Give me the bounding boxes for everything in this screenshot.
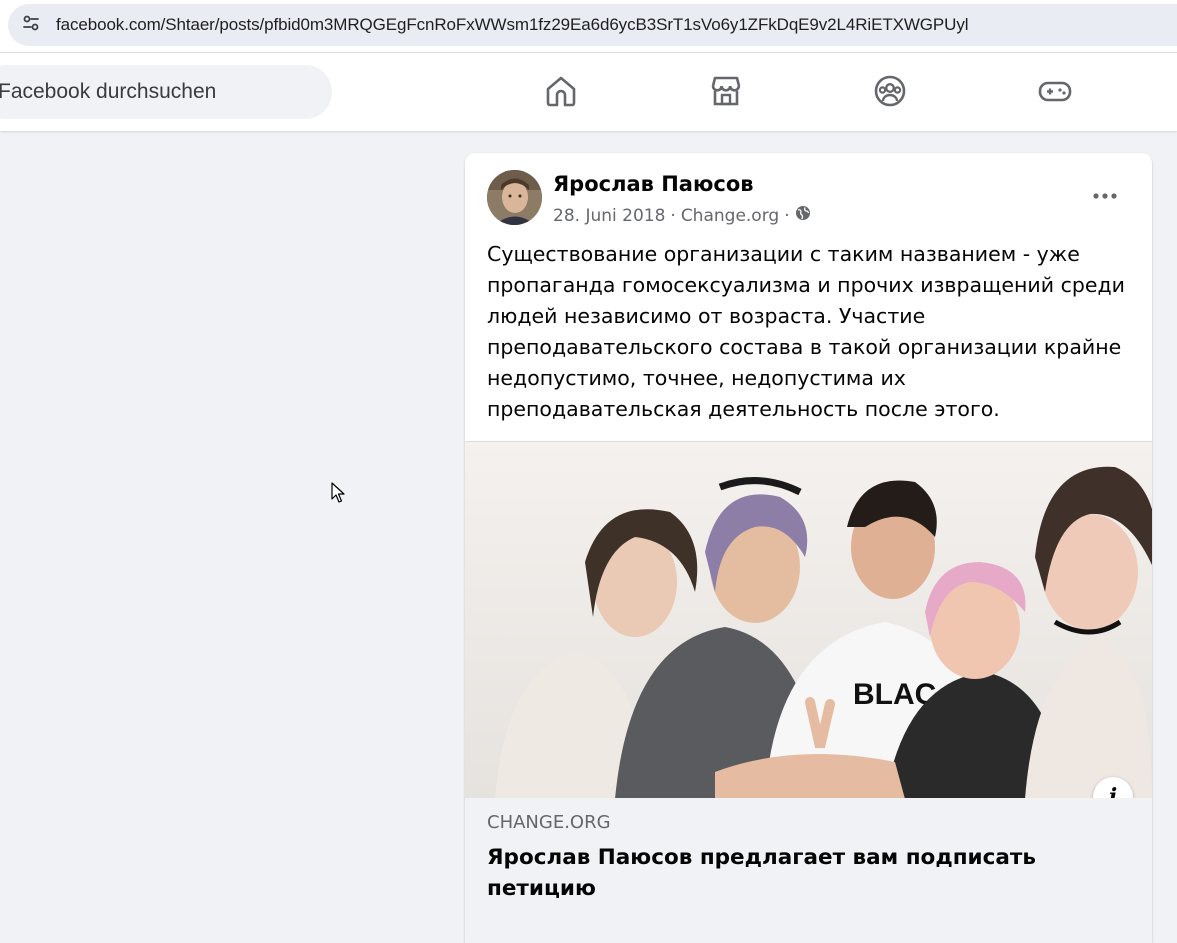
meta-separator: · xyxy=(784,205,790,226)
post-text: Существование организации с таким назван… xyxy=(487,242,1125,421)
groups-icon xyxy=(873,74,907,113)
search-box[interactable] xyxy=(0,65,332,119)
search-input[interactable] xyxy=(0,80,318,104)
marketplace-icon xyxy=(709,74,743,113)
nav-groups-button[interactable] xyxy=(870,73,910,113)
nav-marketplace-button[interactable] xyxy=(706,73,746,113)
globe-icon[interactable] xyxy=(795,205,811,226)
address-bar[interactable]: facebook.com/Shtaer/posts/pfbid0m3MRQGEg… xyxy=(8,4,1177,46)
link-preview[interactable]: CHANGE.ORG Ярослав Паюсов предлагает вам… xyxy=(465,798,1152,943)
post-card: Ярослав Паюсов 28. Juni 2018 · Change.or… xyxy=(465,153,1152,943)
post-image[interactable]: BLAC xyxy=(465,441,1152,798)
avatar[interactable] xyxy=(487,170,542,225)
gaming-icon xyxy=(1037,74,1073,113)
nav-gaming-button[interactable] xyxy=(1035,73,1075,113)
link-domain: CHANGE.ORG xyxy=(487,812,611,833)
site-info-button[interactable] xyxy=(16,10,46,40)
facebook-top-nav xyxy=(0,53,1177,131)
more-horizontal-icon xyxy=(1093,186,1117,204)
post-author[interactable]: Ярослав Паюсов xyxy=(553,172,754,196)
meta-separator: · xyxy=(670,205,676,226)
home-icon xyxy=(544,74,578,113)
post-options-button[interactable] xyxy=(1088,181,1122,209)
browser-toolbar: facebook.com/Shtaer/posts/pfbid0m3MRQGEg… xyxy=(0,0,1177,52)
post-source[interactable]: Change.org xyxy=(681,206,779,226)
tune-icon xyxy=(22,14,40,37)
link-title[interactable]: Ярослав Паюсов предлагает вам подписать … xyxy=(487,842,1087,904)
url-text[interactable]: facebook.com/Shtaer/posts/pfbid0m3MRQGEg… xyxy=(56,15,969,35)
post-meta: 28. Juni 2018 · Change.org · xyxy=(553,205,811,226)
mouse-cursor-icon xyxy=(331,482,345,509)
nav-home-button[interactable] xyxy=(541,73,581,113)
post-date[interactable]: 28. Juni 2018 xyxy=(553,206,665,226)
